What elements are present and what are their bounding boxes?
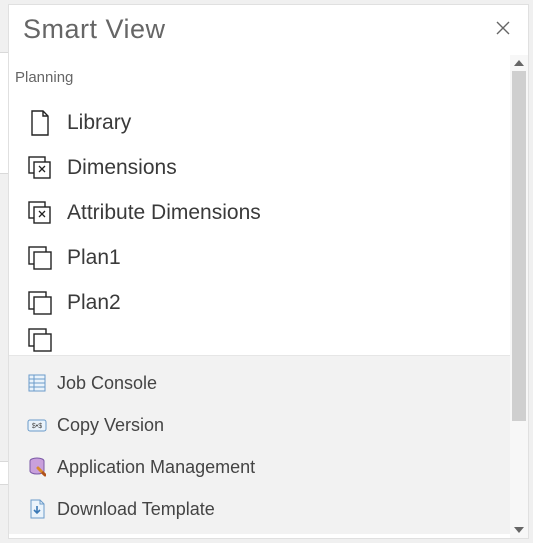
section-label: Planning	[9, 53, 528, 92]
tree-item-plan2[interactable]: Plan2	[9, 280, 528, 325]
tree-item-label: Plan1	[67, 246, 121, 270]
tree-item-label: Attribute Dimensions	[67, 201, 261, 225]
menu-item-download-template[interactable]: Download Template	[9, 488, 528, 530]
menu-item-label: Job Console	[57, 373, 157, 394]
download-template-icon	[27, 499, 47, 519]
tree-item-dimensions[interactable]: Dimensions	[9, 145, 528, 190]
menu-item-label: Copy Version	[57, 415, 164, 436]
document-icon	[27, 110, 53, 136]
app-mgmt-icon	[27, 457, 47, 477]
cube-stack-icon	[27, 327, 53, 353]
panel-title: Smart View	[23, 14, 166, 45]
menu-item-label: Download Template	[57, 499, 215, 520]
tree-item-partial[interactable]	[9, 325, 528, 355]
tree-item-label: Library	[67, 111, 131, 135]
menu-item-label: Application Management	[57, 457, 255, 478]
cube-stack-icon	[27, 245, 53, 271]
tree-item-plan1[interactable]: Plan1	[9, 235, 528, 280]
tree-item-label: Plan2	[67, 291, 121, 315]
tree-item-library[interactable]: Library	[9, 100, 528, 145]
job-console-icon	[27, 373, 47, 393]
action-menu: Job Console $•$ Copy Version Application…	[9, 355, 528, 534]
close-button[interactable]	[492, 15, 514, 44]
menu-item-job-console[interactable]: Job Console	[9, 362, 528, 404]
close-icon	[496, 21, 510, 35]
chevron-down-icon	[514, 527, 524, 533]
cube-stack-icon	[27, 290, 53, 316]
smart-view-panel: Smart View Planning Library Dimensions A…	[8, 4, 529, 539]
scroll-thumb[interactable]	[512, 71, 526, 421]
dimensions-icon	[27, 200, 53, 226]
scroll-up-button[interactable]	[510, 55, 528, 71]
tree-item-attribute-dimensions[interactable]: Attribute Dimensions	[9, 190, 528, 235]
scrollbar[interactable]	[510, 55, 528, 538]
copy-version-icon: $•$	[27, 415, 47, 435]
svg-text:$•$: $•$	[32, 423, 42, 430]
menu-item-copy-version[interactable]: $•$ Copy Version	[9, 404, 528, 446]
tree: Library Dimensions Attribute Dimensions …	[9, 92, 528, 355]
menu-item-application-management[interactable]: Application Management	[9, 446, 528, 488]
tree-item-label: Dimensions	[67, 156, 177, 180]
title-bar: Smart View	[9, 5, 528, 53]
chevron-up-icon	[514, 60, 524, 66]
scroll-down-button[interactable]	[510, 522, 528, 538]
dimensions-icon	[27, 155, 53, 181]
